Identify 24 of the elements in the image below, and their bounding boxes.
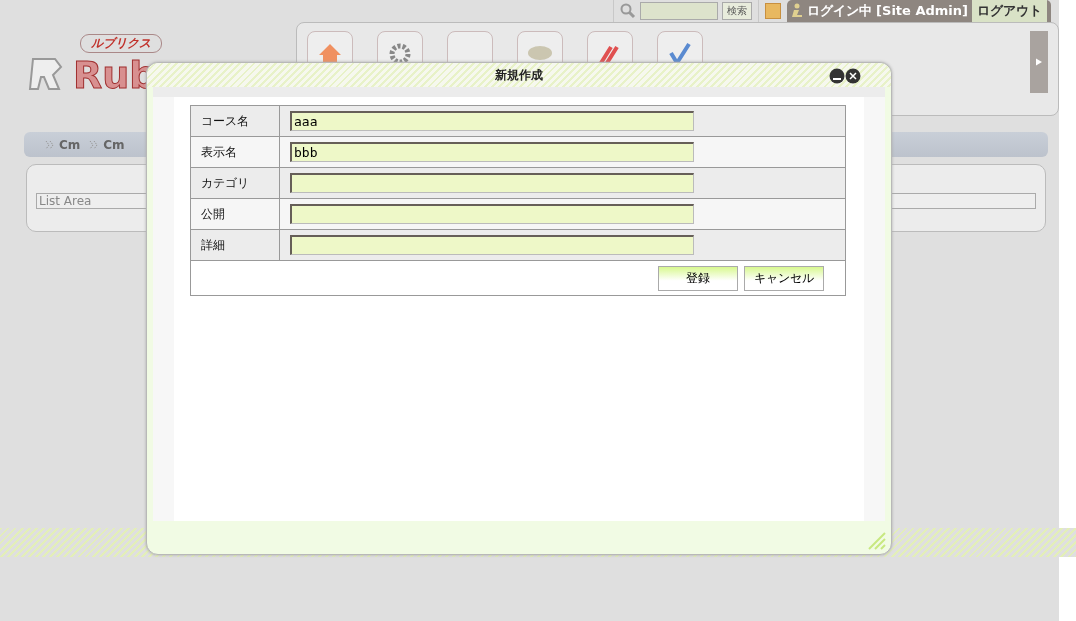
person-icon (790, 3, 803, 19)
input-field[interactable] (290, 173, 694, 193)
input-field[interactable] (290, 204, 694, 224)
input-field[interactable]: aaa (290, 111, 694, 131)
search-icon (619, 3, 636, 19)
field-label: 公開 (190, 198, 280, 230)
field-label: コース名 (190, 105, 280, 137)
logo-tagline: ルブリクス (80, 34, 162, 53)
dialog-title: 新規作成 (495, 66, 543, 84)
search-button[interactable]: 検索 (721, 2, 752, 20)
cancel-button[interactable]: キャンセル (744, 265, 824, 291)
field-label: 詳細 (190, 229, 280, 261)
close-icon[interactable] (845, 68, 861, 84)
logout-button[interactable]: ログアウト (972, 0, 1047, 22)
minimize-icon[interactable] (829, 68, 845, 84)
field-label: 表示名 (190, 136, 280, 168)
login-status: ログイン中 [Site Admin] (806, 2, 968, 20)
register-button[interactable]: 登録 (658, 265, 738, 291)
input-field[interactable]: bbb (290, 142, 694, 162)
resize-grip-icon[interactable] (867, 531, 887, 551)
note-icon[interactable] (764, 3, 781, 19)
field-label: カテゴリ (190, 167, 280, 199)
search-field[interactable] (639, 2, 718, 20)
input-field[interactable] (290, 235, 694, 255)
